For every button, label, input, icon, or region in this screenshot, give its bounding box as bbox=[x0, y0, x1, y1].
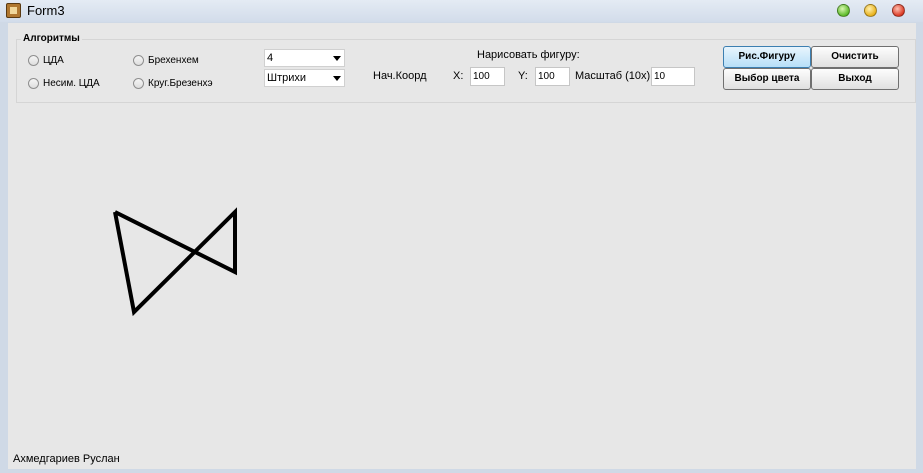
minimize-icon[interactable] bbox=[837, 4, 850, 17]
drawing-canvas bbox=[113, 207, 237, 317]
form-client-area: Алгоритмы ЦДА Несим. ЦДА Брехенхем Круг.… bbox=[8, 23, 916, 469]
maximize-icon[interactable] bbox=[864, 4, 877, 17]
main-window: Form3 Алгоритмы ЦДА Несим. ЦДА Брехенхем… bbox=[0, 0, 923, 473]
app-icon bbox=[6, 3, 21, 18]
window-title: Form3 bbox=[27, 3, 65, 18]
bowtie-figure bbox=[113, 207, 237, 317]
author-label: Ахмедгариев Руслан bbox=[13, 453, 120, 465]
close-icon[interactable] bbox=[892, 4, 905, 17]
title-bar[interactable]: Form3 bbox=[0, 0, 923, 22]
